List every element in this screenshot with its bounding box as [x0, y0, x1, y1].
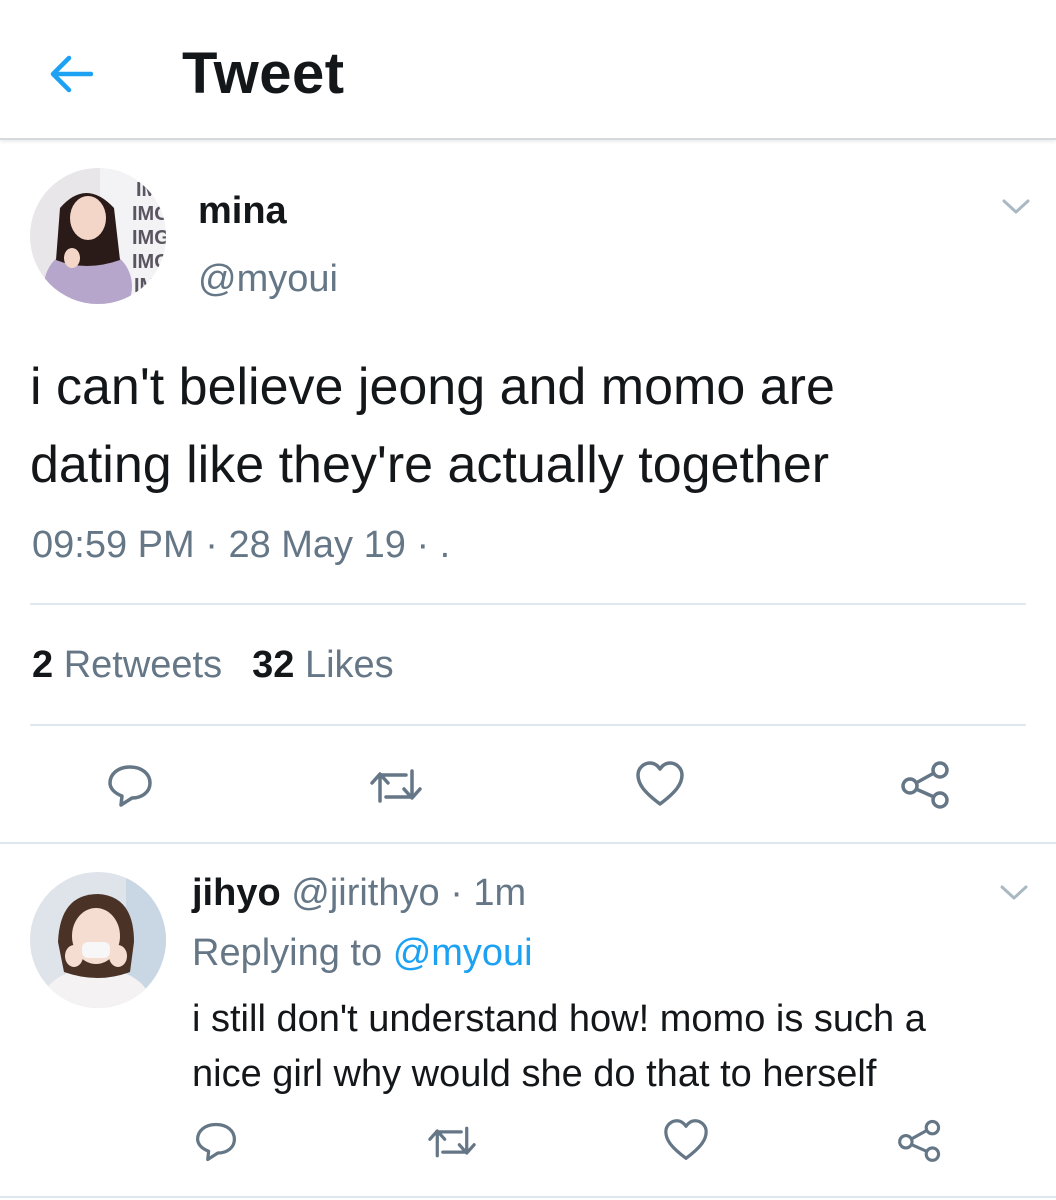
share-icon [901, 761, 949, 809]
retweet-icon [428, 1126, 476, 1158]
divider [30, 603, 1026, 605]
avatar-backdrop-text: IM [136, 179, 158, 201]
tweet-menu-button[interactable] [996, 192, 1036, 222]
reply-like-button[interactable] [656, 1110, 716, 1170]
reply-header: jihyo @jirithyo · 1m [192, 872, 526, 915]
svg-text:IMG: IMG [132, 227, 166, 249]
retweet-icon [370, 769, 422, 803]
reply-icon [195, 1122, 237, 1162]
reply-text-line: i still don't understand how! momo is su… [192, 998, 926, 1040]
author-handle[interactable]: @myoui [198, 258, 338, 301]
reply-author-name[interactable]: jihyo [192, 872, 281, 914]
heart-icon [664, 1119, 708, 1160]
replying-mention-link[interactable]: @myoui [393, 932, 533, 974]
reply-share-button[interactable] [890, 1110, 950, 1170]
chevron-down-icon [1000, 885, 1028, 900]
svg-text:IMG: IMG [132, 203, 166, 225]
share-icon [898, 1119, 941, 1162]
divider [30, 724, 1026, 726]
back-button[interactable] [40, 46, 100, 102]
arrow-left-icon [50, 55, 93, 93]
replying-prefix: Replying to [192, 932, 383, 974]
likes-stat[interactable]: 32 Likes [252, 644, 394, 686]
tweet-stats: 2 Retweets 32 Likes [32, 644, 394, 687]
tweet-time: 09:59 PM [32, 524, 195, 566]
tweet-detail-screen: Tweet IM IMG IMG IMG IM mina @myoui i ca… [0, 0, 1056, 1200]
reply-time: 1m [473, 872, 527, 914]
replying-to: Replying to @myoui [192, 932, 533, 975]
chevron-down-icon [1002, 199, 1030, 214]
divider [0, 1196, 1056, 1198]
divider [0, 842, 1056, 844]
tweet-date: 28 May 19 [228, 524, 406, 566]
meta-trail: · . [416, 524, 451, 566]
reply-text: i still don't understand how! momo is su… [192, 992, 1042, 1102]
svg-text:IM: IM [134, 275, 156, 297]
meta-separator: · [205, 524, 218, 566]
meta-separator: · [450, 872, 463, 914]
author-name[interactable]: mina [198, 190, 287, 233]
avatar-jihyo[interactable] [30, 872, 166, 1008]
tweet-timestamp: 09:59 PM · 28 May 19 · . [32, 524, 450, 567]
like-button[interactable] [630, 754, 690, 814]
tweet-text: i can't believe jeong and momo are datin… [30, 348, 1040, 504]
reply-retweet-button[interactable] [422, 1112, 482, 1172]
share-button[interactable] [896, 754, 956, 814]
avatar-mina[interactable]: IM IMG IMG IMG IM [30, 168, 166, 304]
tweet-text-line: dating like they're actually together [30, 436, 830, 494]
reply-author-handle[interactable]: @jirithyo [291, 872, 439, 914]
page-title: Tweet [182, 41, 345, 106]
reply-reply-button[interactable] [186, 1112, 246, 1172]
header-bar: Tweet [0, 0, 1056, 140]
tweet-text-line: i can't believe jeong and momo are [30, 358, 835, 416]
retweets-stat[interactable]: 2 Retweets [32, 644, 222, 686]
reply-button[interactable] [100, 756, 160, 816]
heart-icon [636, 761, 684, 806]
retweet-button[interactable] [366, 756, 426, 816]
reply-icon [108, 765, 152, 807]
reply-text-line: nice girl why would she do that to herse… [192, 1053, 877, 1095]
svg-text:IMG: IMG [132, 251, 166, 273]
reply-menu-button[interactable] [994, 878, 1034, 908]
